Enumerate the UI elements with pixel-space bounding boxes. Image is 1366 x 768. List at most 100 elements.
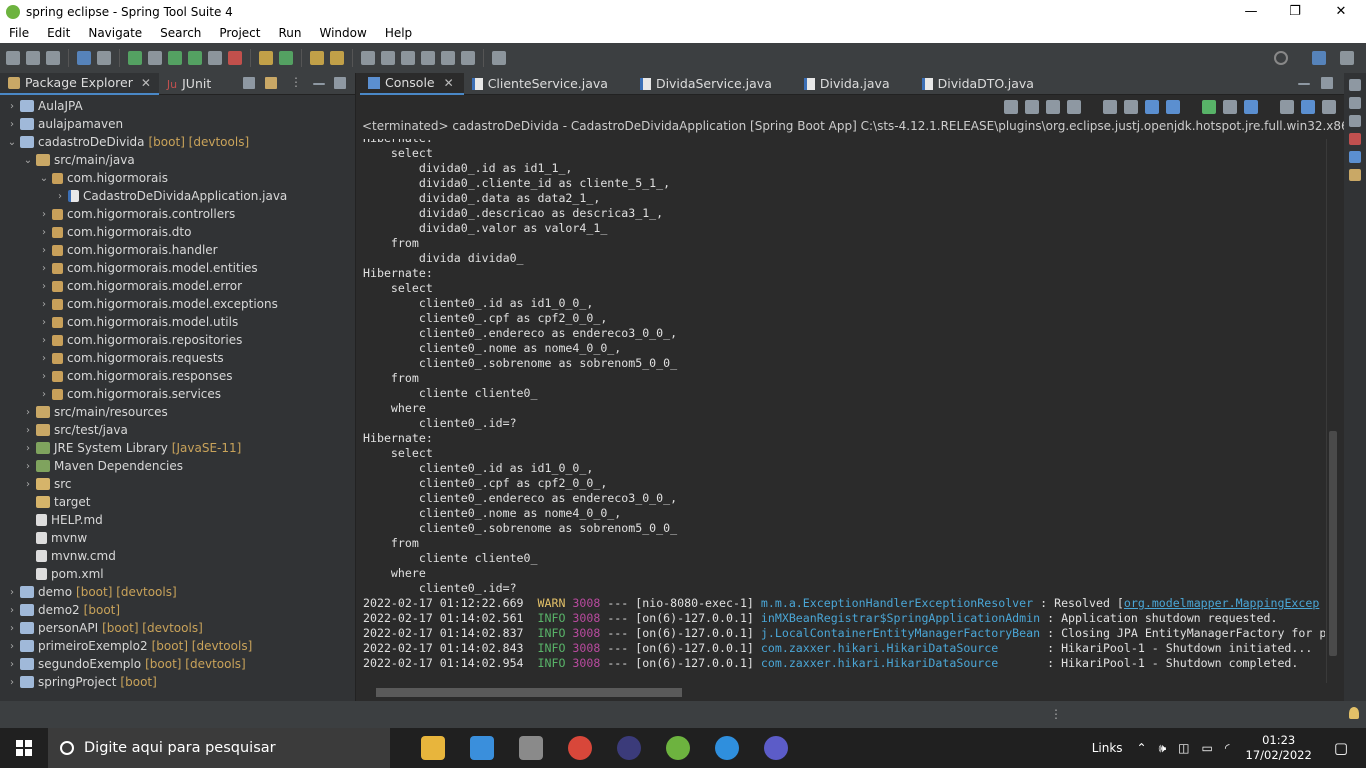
menu-edit[interactable]: Edit — [38, 26, 79, 40]
menu-search[interactable]: Search — [151, 26, 210, 40]
tree-item[interactable]: › Maven Dependencies — [0, 457, 355, 475]
editor-tab[interactable]: Console ✕ — [360, 72, 464, 95]
remove-all-terminated-icon[interactable] — [1025, 100, 1039, 114]
chevron-right-icon[interactable]: › — [38, 209, 50, 220]
boot-dashboard-icon[interactable] — [128, 51, 142, 65]
tree-item[interactable]: › src/test/java — [0, 421, 355, 439]
wifi-icon[interactable]: ◜ — [1219, 741, 1236, 755]
tree-item[interactable]: › com.higormorais.model.utils — [0, 313, 355, 331]
console-settings-icon[interactable] — [1322, 100, 1336, 114]
previous-edit-icon[interactable] — [441, 51, 455, 65]
tab-junit[interactable]: Ju JUnit — [159, 73, 219, 95]
new-icon[interactable] — [6, 51, 20, 65]
tree-item[interactable]: target — [0, 493, 355, 511]
clock[interactable]: 01:23 17/02/2022 — [1236, 733, 1322, 763]
tree-item[interactable]: › com.higormorais.dto — [0, 223, 355, 241]
chevron-right-icon[interactable]: › — [54, 191, 66, 202]
minimize-view-icon[interactable] — [313, 83, 325, 85]
tree-item[interactable]: › com.higormorais.handler — [0, 241, 355, 259]
chevron-right-icon[interactable]: › — [38, 227, 50, 238]
problems-icon[interactable] — [1349, 115, 1361, 127]
tree-item[interactable]: › src/main/resources — [0, 403, 355, 421]
maximize-view-icon[interactable] — [1321, 77, 1333, 89]
show-on-error-icon[interactable] — [1166, 100, 1180, 114]
horizontal-scrollbar[interactable] — [360, 685, 1325, 699]
chevron-right-icon[interactable]: › — [38, 371, 50, 382]
scroll-lock-icon[interactable] — [1103, 100, 1117, 114]
tree-item[interactable]: › com.higormorais.repositories — [0, 331, 355, 349]
tree-item[interactable]: HELP.md — [0, 511, 355, 529]
terminal-icon[interactable] — [77, 51, 91, 65]
tree-item[interactable]: ⌄ com.higormorais — [0, 169, 355, 187]
tree-item[interactable]: › springProject [boot] — [0, 673, 355, 691]
highlight-icon[interactable] — [1301, 100, 1315, 114]
next-edit-icon[interactable] — [461, 51, 475, 65]
tree-item[interactable]: › com.higormorais.model.exceptions — [0, 295, 355, 313]
notification-icon[interactable]: ▢ — [1322, 739, 1366, 757]
chevron-down-icon[interactable]: ⌄ — [38, 173, 50, 184]
menu-window[interactable]: Window — [310, 26, 375, 40]
tree-item[interactable]: mvnw — [0, 529, 355, 547]
chevron-down-icon[interactable]: ⌄ — [6, 137, 18, 148]
menu-help[interactable]: Help — [376, 26, 421, 40]
chevron-down-icon[interactable]: ⌄ — [22, 155, 34, 166]
chevron-up-icon[interactable]: ⌃ — [1131, 741, 1153, 755]
open-type-icon[interactable] — [310, 51, 324, 65]
editor-tab[interactable]: DividaDTO.java — [914, 73, 1058, 95]
tree-item[interactable]: ⌄ cadastroDeDivida [boot] [devtools] — [0, 133, 355, 151]
link-with-editor-icon[interactable] — [265, 77, 277, 89]
chevron-right-icon[interactable]: › — [38, 353, 50, 364]
scrollbar-thumb[interactable] — [1329, 431, 1337, 656]
tab-package-explorer[interactable]: Package Explorer ✕ — [0, 72, 159, 95]
tree-item[interactable]: mvnw.cmd — [0, 547, 355, 565]
terminate-icon[interactable] — [1046, 100, 1060, 114]
tree-item[interactable]: › segundoExemplo [boot] [devtools] — [0, 655, 355, 673]
tree-item[interactable]: › com.higormorais.responses — [0, 367, 355, 385]
outline-icon[interactable] — [1349, 79, 1361, 91]
taskbar-app[interactable] — [457, 728, 506, 768]
editor-tab[interactable]: ClienteService.java — [464, 73, 632, 95]
chevron-right-icon[interactable]: › — [22, 407, 34, 418]
close-button[interactable]: ✕ — [1318, 0, 1364, 23]
stop-icon[interactable] — [208, 51, 222, 65]
collapse-all-icon[interactable] — [243, 77, 255, 89]
chevron-right-icon[interactable]: › — [6, 605, 18, 616]
volume-icon[interactable]: 🕪 — [1153, 741, 1173, 756]
chevron-right-icon[interactable]: › — [22, 479, 34, 490]
chevron-right-icon[interactable]: › — [38, 317, 50, 328]
properties-icon[interactable] — [1349, 151, 1361, 163]
taskbar-app[interactable] — [653, 728, 702, 768]
chevron-right-icon[interactable]: › — [38, 299, 50, 310]
tree-item[interactable]: › AulaJPA — [0, 97, 355, 115]
open-console-icon[interactable] — [1244, 100, 1258, 114]
view-menu-icon[interactable]: ⋮ — [290, 76, 302, 89]
back-icon[interactable] — [401, 51, 415, 65]
tip-icon[interactable] — [1349, 707, 1359, 719]
taskbar-app[interactable] — [408, 728, 457, 768]
search-tool-icon[interactable] — [330, 51, 344, 65]
chevron-right-icon[interactable]: › — [6, 641, 18, 652]
chevron-right-icon[interactable]: › — [22, 425, 34, 436]
java-perspective-icon[interactable] — [1340, 51, 1354, 65]
tree-item[interactable]: › CadastroDeDividaApplication.java — [0, 187, 355, 205]
run-as-icon[interactable] — [188, 51, 202, 65]
chevron-right-icon[interactable]: › — [38, 263, 50, 274]
taskbar-app[interactable] — [555, 728, 604, 768]
tree-item[interactable]: ⌄ src/main/java — [0, 151, 355, 169]
menu-file[interactable]: File — [0, 26, 38, 40]
maximize-view-icon[interactable] — [334, 77, 346, 89]
chevron-right-icon[interactable]: › — [38, 245, 50, 256]
annotation-icon[interactable] — [361, 51, 375, 65]
tree-item[interactable]: › primeiroExemplo2 [boot] [devtools] — [0, 637, 355, 655]
chevron-right-icon[interactable]: › — [22, 461, 34, 472]
console-output[interactable]: Hibernate: select divida0_.id as id1_1_,… — [360, 139, 1325, 683]
links-toolbar[interactable]: Links — [1092, 741, 1131, 755]
chevron-right-icon[interactable]: › — [6, 101, 18, 112]
tree-item[interactable]: › com.higormorais.model.error — [0, 277, 355, 295]
tree-item[interactable]: › demo2 [boot] — [0, 601, 355, 619]
minimize-button[interactable]: — — [1228, 0, 1274, 23]
copy-icon[interactable] — [1280, 100, 1294, 114]
scrollbar-thumb[interactable] — [376, 688, 682, 697]
clear-console-icon[interactable] — [1067, 100, 1081, 114]
save-all-icon[interactable] — [46, 51, 60, 65]
